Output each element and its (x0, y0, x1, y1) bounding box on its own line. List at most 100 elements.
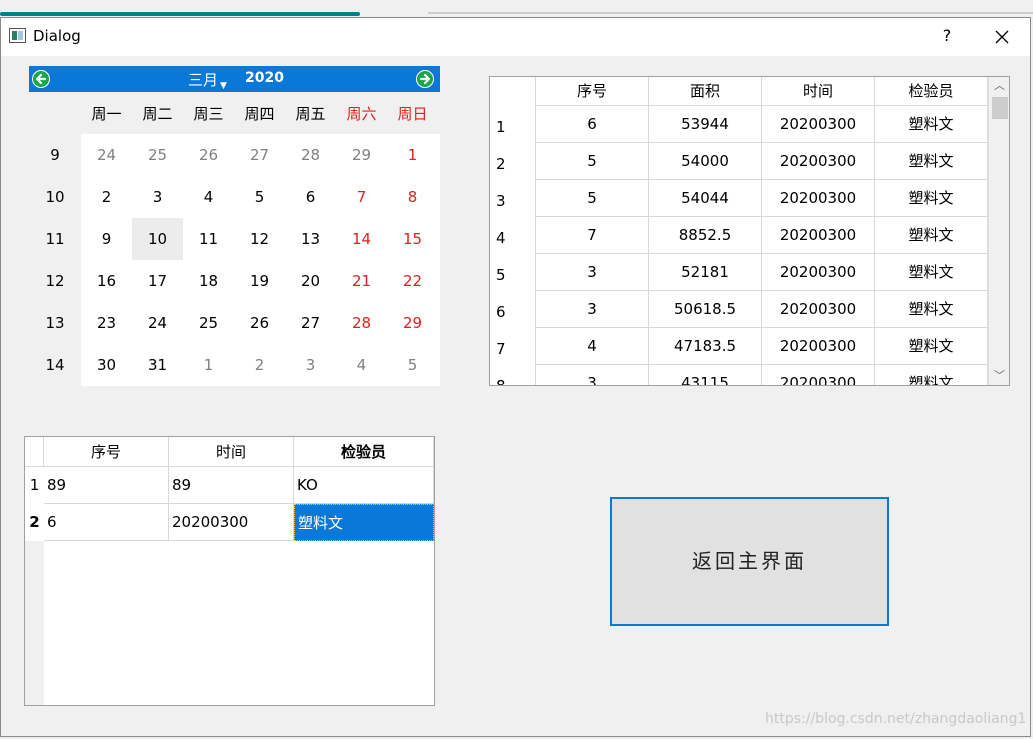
calendar-day[interactable]: 30 (81, 344, 132, 386)
scrollbar-thumb[interactable] (992, 97, 1008, 119)
table-cell[interactable]: 20200300 (762, 217, 875, 253)
table-cell[interactable]: 3 (536, 365, 649, 385)
edit-table[interactable]: 序号 时间 检验员 1 89 89 KO 2 6 20200300 塑料文 (24, 436, 435, 706)
table-row[interactable]: 89 89 KO (44, 467, 434, 504)
calendar-day[interactable]: 28 (336, 302, 387, 344)
column-header[interactable]: 序号 (44, 437, 169, 467)
column-header[interactable]: 时间 (169, 437, 294, 467)
table-row[interactable]: 3 50618.5 20200300 塑料文 (536, 291, 988, 328)
calendar-day[interactable]: 3 (132, 176, 183, 218)
return-main-button[interactable]: 返回主界面 (610, 497, 889, 626)
table-cell[interactable]: KO (294, 467, 434, 504)
table-row[interactable]: 3 52181 20200300 塑料文 (536, 254, 988, 291)
calendar-day[interactable]: 27 (234, 134, 285, 176)
table-cell[interactable]: 5 (536, 143, 649, 179)
calendar-day[interactable]: 13 (285, 218, 336, 260)
calendar-day[interactable]: 23 (81, 302, 132, 344)
table-cell[interactable]: 6 (536, 106, 649, 142)
month-selector[interactable]: 三月 ▼ (188, 69, 227, 91)
calendar-day[interactable]: 24 (81, 134, 132, 176)
table-cell[interactable]: 塑料文 (875, 365, 988, 385)
table-cell[interactable]: 塑料文 (875, 143, 988, 179)
next-month-icon[interactable] (416, 70, 434, 88)
table-cell[interactable]: 5 (536, 180, 649, 216)
row-number[interactable]: 1 (490, 106, 536, 143)
vertical-scrollbar[interactable]: ︿ ﹀ (988, 77, 1009, 385)
table-cell[interactable]: 20200300 (762, 291, 875, 327)
calendar-day[interactable]: 4 (183, 176, 234, 218)
calendar-day[interactable]: 11 (183, 218, 234, 260)
column-header[interactable]: 序号 (536, 77, 649, 105)
table-cell[interactable]: 塑料文 (875, 217, 988, 253)
calendar-day[interactable]: 16 (81, 260, 132, 302)
calendar-day[interactable]: 21 (336, 260, 387, 302)
calendar-day[interactable]: 24 (132, 302, 183, 344)
row-number[interactable]: 2 (490, 143, 536, 180)
table-row[interactable]: 6 20200300 塑料文 (44, 504, 434, 541)
column-header[interactable]: 检验员 (294, 437, 434, 467)
calendar-day[interactable]: 25 (132, 134, 183, 176)
table-cell[interactable]: 塑料文 (875, 291, 988, 327)
table-cell[interactable]: 塑料文 (875, 254, 988, 290)
calendar-day[interactable]: 7 (336, 176, 387, 218)
calendar-day[interactable]: 9 (81, 218, 132, 260)
calendar-day[interactable]: 1 (387, 134, 438, 176)
calendar-day[interactable]: 20 (285, 260, 336, 302)
column-header[interactable]: 时间 (762, 77, 875, 105)
title-bar[interactable]: Dialog ? (1, 18, 1030, 56)
calendar-widget[interactable]: 三月 ▼ 2020 周一 周二 周三 周四 周五 周六 周日 9 10 11 12 13 14 24 25… (29, 66, 440, 386)
table-cell[interactable]: 89 (44, 467, 169, 504)
row-number[interactable]: 6 (490, 291, 536, 328)
year-selector[interactable]: 2020 (245, 70, 284, 86)
row-number[interactable]: 2 (25, 504, 44, 541)
help-button[interactable]: ? (937, 26, 957, 46)
row-number[interactable]: 8 (490, 365, 536, 385)
table-cell[interactable]: 20200300 (762, 143, 875, 179)
table-cell[interactable]: 3 (536, 291, 649, 327)
calendar-day[interactable]: 29 (336, 134, 387, 176)
table-cell[interactable]: 20200300 (762, 254, 875, 290)
table-cell[interactable]: 3 (536, 254, 649, 290)
table-cell[interactable]: 53944 (649, 106, 762, 142)
calendar-day[interactable]: 1 (183, 344, 234, 386)
calendar-day[interactable]: 28 (285, 134, 336, 176)
calendar-day[interactable]: 26 (183, 134, 234, 176)
table-cell[interactable]: 20200300 (762, 180, 875, 216)
row-number[interactable]: 7 (490, 328, 536, 365)
calendar-day[interactable]: 4 (336, 344, 387, 386)
table-row[interactable]: 4 47183.5 20200300 塑料文 (536, 328, 988, 365)
calendar-day[interactable]: 5 (387, 344, 438, 386)
row-number[interactable]: 1 (25, 467, 44, 504)
selected-day[interactable]: 10 (132, 218, 183, 260)
table-cell[interactable]: 52181 (649, 254, 762, 290)
scroll-down-icon[interactable]: ﹀ (989, 367, 1009, 385)
calendar-day[interactable]: 5 (234, 176, 285, 218)
calendar-day[interactable]: 2 (81, 176, 132, 218)
table-cell[interactable]: 47183.5 (649, 328, 762, 364)
table-row[interactable]: 7 8852.5 20200300 塑料文 (536, 217, 988, 254)
calendar-day[interactable]: 18 (183, 260, 234, 302)
table-row[interactable]: 6 53944 20200300 塑料文 (536, 106, 988, 143)
table-cell[interactable]: 54044 (649, 180, 762, 216)
calendar-day[interactable]: 22 (387, 260, 438, 302)
table-cell[interactable]: 塑料文 (875, 328, 988, 364)
calendar-day[interactable]: 29 (387, 302, 438, 344)
selected-cell[interactable]: 塑料文 (294, 504, 434, 541)
calendar-day[interactable]: 31 (132, 344, 183, 386)
table-cell[interactable]: 塑料文 (875, 106, 988, 142)
table-cell[interactable]: 20200300 (762, 106, 875, 142)
row-number[interactable]: 3 (490, 180, 536, 217)
table-cell[interactable]: 20200300 (169, 504, 294, 541)
table-cell[interactable]: 43115 (649, 365, 762, 385)
calendar-day[interactable]: 25 (183, 302, 234, 344)
calendar-day[interactable]: 27 (285, 302, 336, 344)
row-number[interactable]: 5 (490, 254, 536, 291)
table-cell[interactable]: 8852.5 (649, 217, 762, 253)
close-icon[interactable] (989, 24, 1015, 50)
table-cell[interactable]: 4 (536, 328, 649, 364)
table-row[interactable]: 3 43115 20200300 塑料文 (536, 365, 988, 385)
calendar-day[interactable]: 2 (234, 344, 285, 386)
column-header[interactable]: 面积 (649, 77, 762, 105)
table-cell[interactable]: 89 (169, 467, 294, 504)
table-cell[interactable]: 50618.5 (649, 291, 762, 327)
